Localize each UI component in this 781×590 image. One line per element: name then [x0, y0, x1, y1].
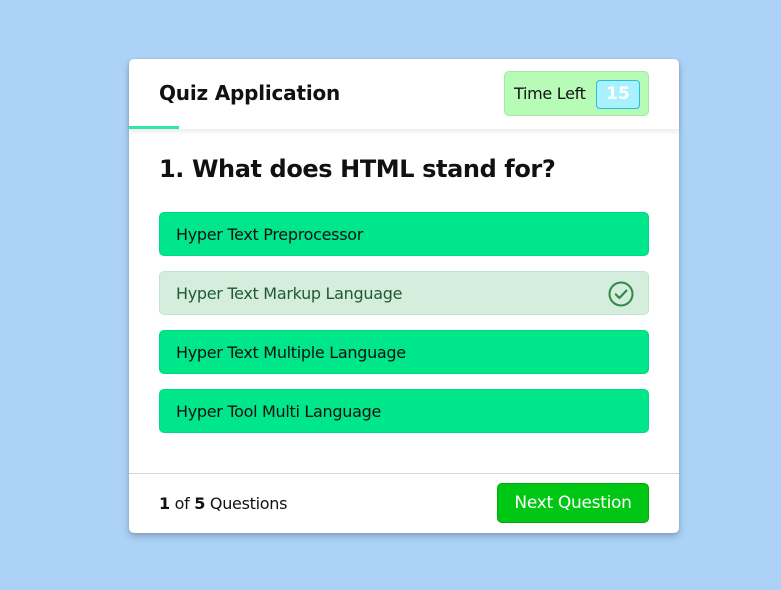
option-label: Hyper Text Preprocessor: [176, 225, 363, 244]
quiz-card: Quiz Application Time Left 15 1. What do…: [129, 59, 679, 533]
next-question-button[interactable]: Next Question: [497, 483, 649, 523]
time-progress-line: [129, 126, 179, 129]
timer-label: Time Left: [514, 84, 586, 103]
timer-box: Time Left 15: [504, 71, 649, 116]
question-counter: 1 of 5 Questions: [159, 494, 287, 513]
question-text: 1. What does HTML stand for?: [159, 155, 556, 183]
check-circle-icon: [608, 281, 634, 307]
total-questions-number: 5: [194, 494, 206, 513]
quiz-header: Quiz Application Time Left 15: [129, 59, 679, 129]
option-hyper-text-multiple-language[interactable]: Hyper Text Multiple Language: [159, 330, 649, 374]
option-label: Hyper Text Markup Language: [176, 284, 403, 303]
quiz-footer: 1 of 5 Questions Next Question: [129, 473, 679, 533]
timer-seconds: 15: [596, 80, 640, 109]
option-label: Hyper Text Multiple Language: [176, 343, 406, 362]
counter-of-word: of: [174, 494, 190, 513]
counter-questions-word: Questions: [209, 494, 288, 513]
current-question-number: 1: [159, 494, 170, 513]
option-label: Hyper Tool Multi Language: [176, 402, 381, 421]
option-hyper-text-markup-language[interactable]: Hyper Text Markup Language: [159, 271, 649, 315]
app-title: Quiz Application: [159, 81, 341, 105]
option-hyper-text-preprocessor[interactable]: Hyper Text Preprocessor: [159, 212, 649, 256]
option-hyper-tool-multi-language[interactable]: Hyper Tool Multi Language: [159, 389, 649, 433]
